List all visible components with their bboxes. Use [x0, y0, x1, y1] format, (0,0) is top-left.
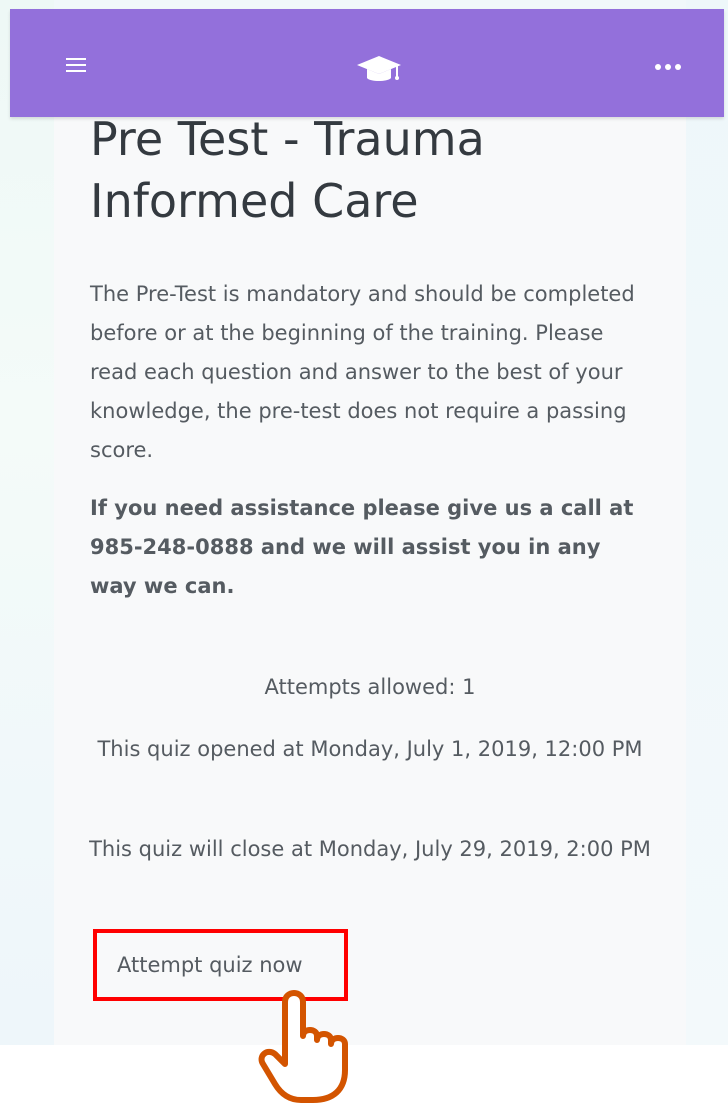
attempts-allowed: Attempts allowed: 1 [264, 675, 476, 699]
page-background-right [686, 0, 728, 1045]
hamburger-menu-icon[interactable] [66, 58, 86, 73]
assistance-text: If you need assistance please give us a … [90, 496, 634, 598]
quiz-intro-text: The Pre-Test is mandatory and should be … [90, 282, 635, 462]
more-dots-icon[interactable] [655, 64, 681, 72]
page-title: Pre Test - Trauma Informed Care [90, 112, 485, 228]
graduation-cap-icon[interactable] [356, 54, 402, 86]
quiz-close-text: This quiz will close at Monday, July 29,… [89, 837, 651, 861]
page-background-left [0, 0, 54, 1045]
quiz-opened-text: This quiz opened at Monday, July 1, 2019… [97, 737, 643, 761]
hand-pointer-icon [258, 990, 348, 1103]
top-navbar [10, 9, 724, 117]
